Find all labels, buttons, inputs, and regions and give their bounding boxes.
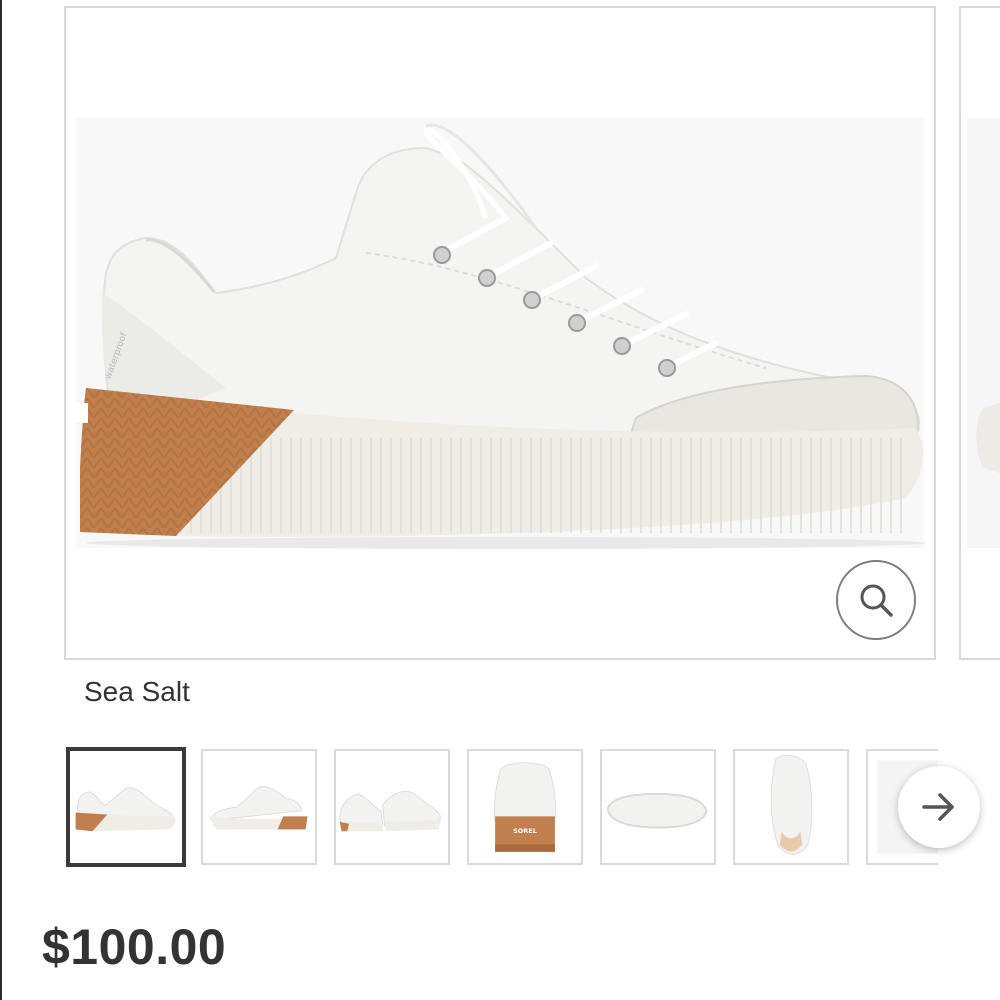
arrow-right-icon — [922, 793, 954, 821]
thumbnail-strip: SOREL — [66, 747, 938, 867]
thumbnail-6[interactable] — [733, 749, 849, 865]
thumbnail-1[interactable] — [66, 747, 186, 867]
thumbnail-5[interactable] — [600, 749, 716, 865]
sneaker-illustration: waterproof — [74, 118, 926, 549]
thumbnail-2-image — [208, 785, 308, 830]
thumbnail-3-image — [339, 791, 442, 832]
thumbnail-4[interactable]: SOREL — [467, 749, 583, 865]
thumbnail-5-image — [606, 792, 708, 829]
next-image-preview — [967, 118, 1000, 548]
thumbnail-6-image — [770, 754, 813, 855]
next-image-peek[interactable] — [959, 6, 1000, 660]
thumbnail-next-button[interactable] — [898, 766, 980, 848]
thumbnail-3[interactable] — [334, 749, 450, 865]
thumbnail-4-image: SOREL — [493, 762, 557, 852]
selected-color-name: Sea Salt — [84, 676, 190, 707]
zoom-button[interactable] — [836, 560, 916, 640]
thumbnail-1-image — [75, 787, 176, 832]
left-edge-rule — [0, 0, 2, 1000]
magnifier-icon — [860, 584, 893, 617]
thumbnail-2[interactable] — [201, 749, 317, 865]
main-product-image[interactable]: waterproof — [64, 6, 936, 660]
product-price: $100.00 — [42, 919, 227, 975]
sorel-mark: SOREL — [513, 827, 537, 835]
